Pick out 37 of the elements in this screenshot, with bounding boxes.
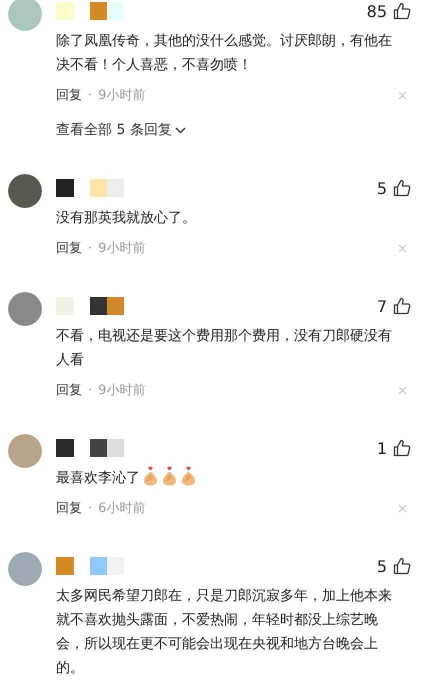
thumbs-up-icon[interactable]	[393, 297, 411, 315]
thumbs-up-icon[interactable]	[393, 2, 411, 20]
separator-dot: ·	[88, 500, 92, 516]
chevron-down-icon[interactable]	[174, 126, 186, 134]
timestamp: 6小时前	[98, 500, 146, 517]
avatar-icon	[8, 292, 42, 326]
avatar-icon	[8, 0, 42, 31]
reply-button[interactable]: 回复	[56, 86, 82, 104]
separator-dot: ·	[88, 382, 92, 398]
avatar-icon	[8, 174, 42, 208]
finger-heart-icon	[180, 466, 197, 486]
like-count: 5	[376, 178, 387, 198]
like-count: 7	[376, 296, 387, 316]
finger-heart-icon	[142, 466, 159, 486]
reply-button[interactable]: 回复	[56, 381, 82, 399]
comment-text: 没有那英我就放心了。	[56, 210, 196, 226]
comment-text: 太多网民希望刀郎在，只是刀郎沉寂多年，加上他本来就不喜欢抛头露面，不爱热闹，年轻时都没上综艺晚会，所以现在更不可能会出现在央视和地方台晚会上的。	[56, 588, 392, 676]
timestamp: 9小时前	[98, 87, 146, 104]
thumbs-up-icon[interactable]	[393, 439, 411, 457]
like-count: 5	[376, 556, 387, 576]
reply-button[interactable]: 回复	[56, 239, 82, 257]
separator-dot: ·	[88, 240, 92, 256]
like-count: 85	[366, 2, 387, 20]
finger-heart-icon	[161, 466, 178, 486]
thumbs-up-icon[interactable]	[393, 557, 411, 575]
reply-button[interactable]: 回复	[56, 499, 82, 517]
comment-text: 除了凤凰传奇，其他的没什么感觉。讨厌郎朗，有他在决不看！个人喜恶，不喜勿喷！	[56, 33, 392, 73]
separator-dot: ·	[88, 88, 92, 102]
avatar-icon	[8, 552, 42, 586]
thumbs-up-icon[interactable]	[393, 179, 411, 197]
avatar-icon	[8, 434, 42, 468]
view-replies-link[interactable]: 查看全部 5 条回复	[56, 120, 186, 140]
timestamp: 9小时前	[98, 382, 146, 399]
comment-text: 不看，电视还是要这个费用那个费用，没有刀郎硬没有人看	[56, 328, 392, 368]
like-count: 1	[376, 438, 387, 458]
timestamp: 9小时前	[98, 240, 146, 257]
comment-text: 最喜欢李沁了	[56, 470, 140, 486]
